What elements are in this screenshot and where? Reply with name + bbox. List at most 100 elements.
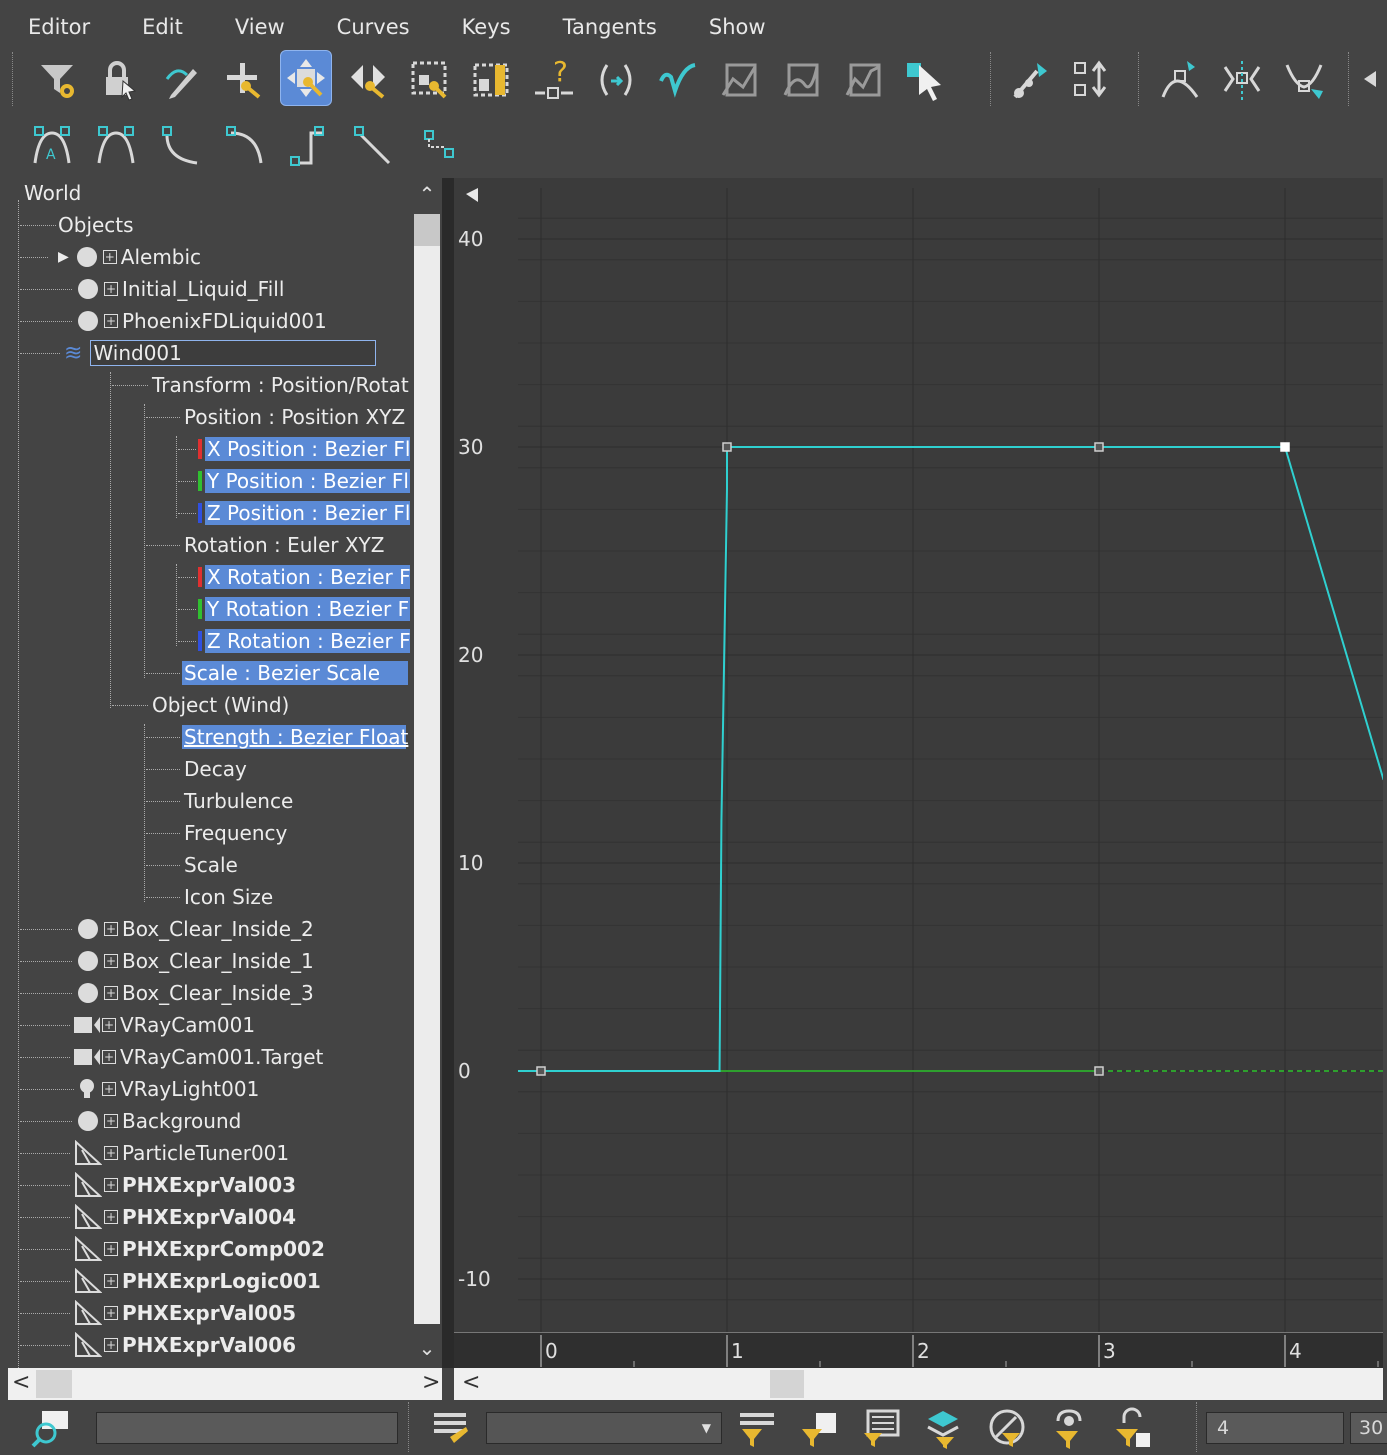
tree-item-phxexprval006[interactable]: + PHXExprVal006 [20, 1330, 296, 1360]
keyframe-handle[interactable] [1280, 442, 1290, 452]
tree-item-box-clear-inside-3[interactable]: + Box_Clear_Inside_3 [20, 978, 314, 1008]
frame-field[interactable]: 4 [1206, 1412, 1344, 1444]
tree-item-initial-liquid-fill[interactable]: + Initial_Liquid_Fill [20, 274, 284, 304]
draw-curves-icon[interactable] [156, 52, 208, 108]
keyframe-handle[interactable] [1094, 1066, 1104, 1076]
tree-item-strength[interactable]: Strength : Bezier Float [146, 722, 408, 752]
tree-item-phxexprcomp002[interactable]: + PHXExprComp002 [20, 1234, 325, 1264]
menu-view[interactable]: View [235, 15, 285, 39]
curve-filter-icon[interactable] [732, 1404, 782, 1452]
curve-graph[interactable]: 40 30 20 10 0 -10 [454, 178, 1383, 1338]
filter-dropdown[interactable]: ▼ [486, 1412, 722, 1444]
expand-plus-icon[interactable]: + [104, 1114, 118, 1128]
tangent-linear-flyout-icon[interactable] [346, 118, 398, 174]
scroll-left-icon[interactable]: < [462, 1370, 480, 1395]
move-keys-icon[interactable] [280, 50, 332, 106]
tree-item-icon-size[interactable]: Icon Size [146, 882, 273, 912]
tree-item-phxexprval005[interactable]: + PHXExprVal005 [20, 1298, 296, 1328]
graph-horizontal-scrollbar[interactable]: < [454, 1368, 1383, 1400]
scroll-thumb[interactable] [770, 1370, 804, 1398]
panel-divider[interactable] [442, 178, 454, 1368]
tree-item-x-position[interactable]: X Position : Bezier Flo [178, 434, 410, 464]
snap-frames-icon[interactable] [1004, 52, 1056, 108]
tree-root-world[interactable]: World [24, 178, 81, 208]
slide-keys-icon[interactable] [342, 52, 394, 108]
show-keyable-icon[interactable] [1066, 52, 1118, 108]
tree-item-phxexprlogic001[interactable]: + PHXExprLogic001 [20, 1266, 321, 1296]
tree-item-scale[interactable]: Scale [146, 850, 238, 880]
scroll-up-icon[interactable]: ⌃ [414, 182, 440, 212]
menu-show[interactable]: Show [709, 15, 766, 39]
tree-vertical-scrollbar[interactable]: ⌃ ⌄ [410, 178, 442, 1368]
scroll-thumb[interactable] [36, 1370, 72, 1398]
frame-filter-icon[interactable] [856, 1404, 906, 1452]
tree-horizontal-scrollbar[interactable]: < > [8, 1368, 442, 1400]
expand-plus-icon[interactable]: + [104, 282, 118, 296]
curve-graph-canvas[interactable]: 40 30 20 10 0 -10 [454, 178, 1383, 1338]
keyframe-handle[interactable] [1094, 442, 1104, 452]
menu-curves[interactable]: Curves [337, 15, 410, 39]
tree-item-particletuner001[interactable]: + ParticleTuner001 [20, 1138, 289, 1168]
keyframe-handle[interactable] [722, 442, 732, 452]
scroll-left-icon[interactable]: < [12, 1370, 30, 1395]
tangent-spline-icon[interactable] [776, 52, 828, 108]
tangent-slow-flyout-icon[interactable] [218, 118, 270, 174]
more-icon[interactable] [1358, 52, 1382, 108]
scale-values-icon[interactable] [466, 52, 518, 108]
expand-plus-icon[interactable]: + [104, 1274, 118, 1288]
expand-plus-icon[interactable]: + [104, 1242, 118, 1256]
expand-plus-icon[interactable]: + [104, 1146, 118, 1160]
tangent-fast-flyout-icon[interactable] [154, 118, 206, 174]
show-all-tangents-icon[interactable] [1154, 52, 1206, 108]
lock-key-icon[interactable] [1044, 1404, 1094, 1452]
visibility-filter-icon[interactable] [982, 1404, 1032, 1452]
lock-tangent-icon[interactable] [1108, 1404, 1158, 1452]
layer-filter-icon[interactable] [918, 1404, 968, 1452]
reduce-keys-icon[interactable] [652, 52, 704, 108]
tree-item-vraylight001[interactable]: + VRayLight001 [20, 1074, 259, 1104]
tree-item-y-position[interactable]: Y Position : Bezier Flo [178, 466, 410, 496]
expand-plus-icon[interactable]: + [104, 1178, 118, 1192]
tangent-custom-flyout-icon[interactable] [90, 118, 142, 174]
tree-item-y-rotation[interactable]: Y Rotation : Bezier Fl [178, 594, 410, 624]
tree-item-frequency[interactable]: Frequency [146, 818, 287, 848]
tree-item-scale-controller[interactable]: Scale : Bezier Scale [146, 658, 408, 688]
time-ruler[interactable]: 0 1 2 3 4 [454, 1332, 1383, 1368]
tree-item-z-position[interactable]: Z Position : Bezier Flo [178, 498, 410, 528]
scale-keys-icon[interactable] [404, 52, 456, 108]
tangent-step-flyout-icon[interactable] [282, 118, 334, 174]
tree-item-wind001[interactable]: ≋ Wind001 [20, 338, 377, 368]
select-by-filter-icon[interactable] [794, 1404, 844, 1452]
expand-plus-icon[interactable]: + [102, 1082, 116, 1096]
expand-plus-icon[interactable]: + [104, 1306, 118, 1320]
expand-plus-icon[interactable]: + [104, 314, 118, 328]
lock-tangents-icon[interactable] [1278, 52, 1330, 108]
expand-plus-icon[interactable]: + [102, 1050, 116, 1064]
add-keys-icon[interactable] [218, 52, 270, 108]
tangent-auto-icon[interactable] [714, 52, 766, 108]
menu-editor[interactable]: Editor [28, 15, 90, 39]
menu-keys[interactable]: Keys [462, 15, 511, 39]
expand-plus-icon[interactable]: + [102, 1018, 116, 1032]
tangent-smooth-flyout-icon[interactable] [412, 118, 464, 174]
lock-selection-icon[interactable] [94, 52, 146, 108]
menu-edit[interactable]: Edit [142, 15, 183, 39]
scroll-thumb[interactable] [414, 214, 440, 246]
tree-item-alembic[interactable]: ▶ + Alembic [20, 242, 201, 272]
tree-item-vraycam001[interactable]: + VRayCam001 [20, 1010, 255, 1040]
tree-item-turbulence[interactable]: Turbulence [146, 786, 293, 816]
tree-item-phoenixfdliquid001[interactable]: + PhoenixFDLiquid001 [20, 306, 327, 336]
expand-plus-icon[interactable]: + [102, 250, 117, 264]
menu-tangents[interactable]: Tangents [563, 15, 657, 39]
graph-menu-arrow-icon[interactable] [466, 188, 478, 202]
tree-item-background[interactable]: + Background [20, 1106, 241, 1136]
tree-item-x-rotation[interactable]: X Rotation : Bezier Fl [178, 562, 410, 592]
isolate-curve-icon[interactable]: ? [528, 52, 580, 108]
show-tangents-icon[interactable] [1216, 52, 1268, 108]
expand-plus-icon[interactable]: + [104, 954, 118, 968]
expand-plus-icon[interactable]: + [104, 922, 118, 936]
tree-item-phxexprval003[interactable]: + PHXExprVal003 [20, 1170, 296, 1200]
tree-item-rotation[interactable]: Rotation : Euler XYZ [146, 530, 384, 560]
tree-item-box-clear-inside-1[interactable]: + Box_Clear_Inside_1 [20, 946, 314, 976]
select-keys-icon[interactable] [900, 52, 952, 108]
